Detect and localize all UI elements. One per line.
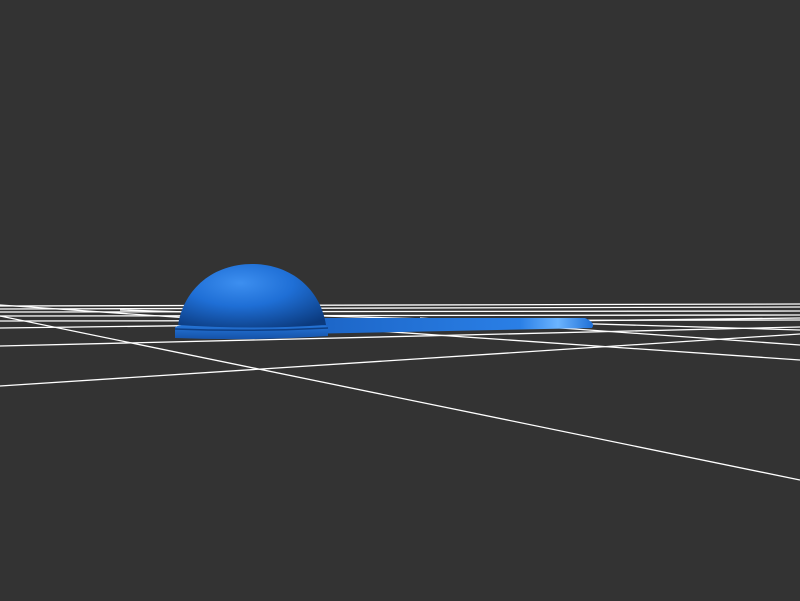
model-tab xyxy=(300,318,594,334)
viewport-canvas[interactable] xyxy=(0,0,800,601)
model-dome xyxy=(178,264,326,328)
3d-model[interactable] xyxy=(174,264,594,340)
3d-viewport[interactable] xyxy=(0,0,800,601)
